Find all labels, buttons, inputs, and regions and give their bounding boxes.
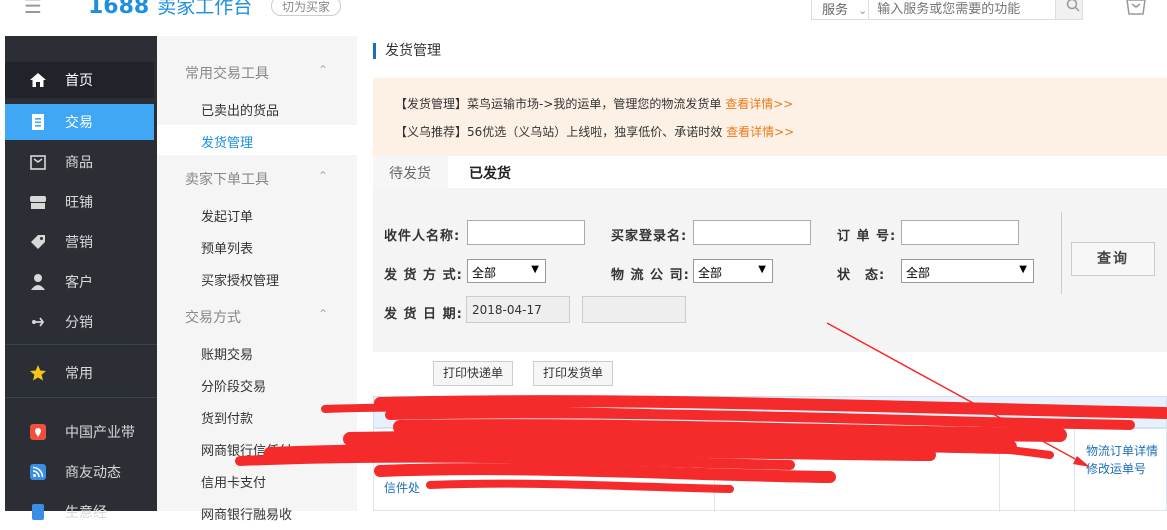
annotation-arrow	[826, 322, 1090, 467]
